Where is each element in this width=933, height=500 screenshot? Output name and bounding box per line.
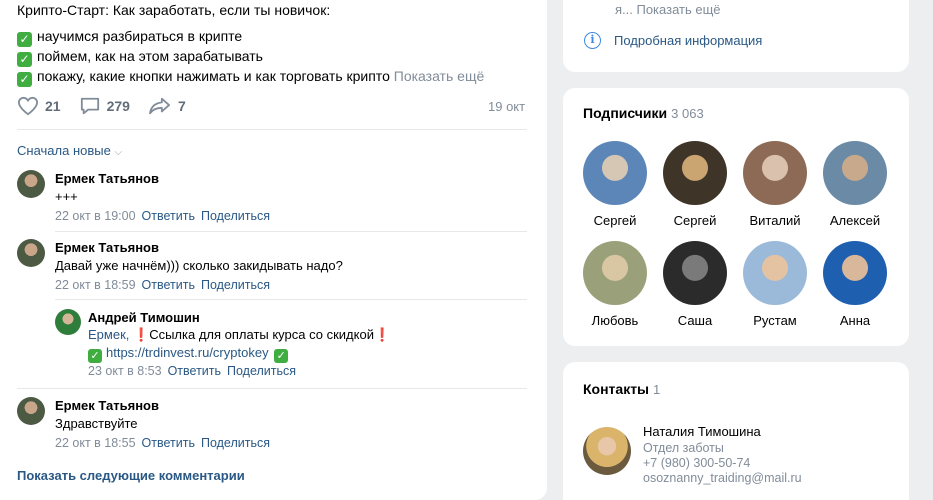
comment-icon: [80, 97, 99, 115]
details-link[interactable]: i Подробная информация: [584, 32, 762, 49]
subscriber-name: Алексей: [829, 213, 881, 228]
reply-button[interactable]: Ответить: [142, 436, 195, 450]
subscriber-item[interactable]: Рустам: [735, 241, 815, 328]
show-next-comments-button[interactable]: Показать следующие комментарии: [17, 468, 245, 483]
subscriber-avatar[interactable]: [743, 241, 807, 305]
reply-button[interactable]: Ответить: [168, 364, 221, 378]
divider: [17, 129, 527, 130]
contact-name[interactable]: Наталия Тимошина: [643, 424, 761, 439]
heart-icon: [17, 96, 39, 116]
comment-author[interactable]: Ермек Татьянов: [55, 240, 159, 255]
comment-meta: 22 окт в 18:55 Ответить Поделиться: [55, 436, 270, 450]
like-count: 21: [45, 98, 61, 114]
comment-text: Давай уже начнём))) сколько закидывать н…: [55, 258, 343, 273]
post-bullet: ✓ научимся разбираться в крипте: [17, 28, 242, 47]
check-icon: ✓: [274, 349, 289, 363]
comment-button[interactable]: 279: [79, 96, 130, 116]
avatar[interactable]: [17, 239, 45, 267]
subscriber-name: Анна: [839, 313, 871, 328]
post-bullet: ✓ поймем, как на этом зарабатывать: [17, 48, 263, 67]
like-button[interactable]: 21: [17, 96, 61, 116]
contact-phone: +7 (980) 300-50-74: [643, 456, 751, 470]
subscribers-title[interactable]: Подписчики 3 063: [583, 105, 704, 121]
check-icon: ✓: [17, 52, 32, 67]
reply-button[interactable]: Ответить: [142, 209, 195, 223]
subscriber-avatar[interactable]: [663, 141, 727, 205]
comment-author[interactable]: Ермек Татьянов: [55, 171, 159, 186]
comment-count: 279: [106, 98, 130, 114]
divider: [17, 388, 527, 389]
share-comment-button[interactable]: Поделиться: [201, 278, 270, 292]
reply-button[interactable]: Ответить: [142, 278, 195, 292]
subscriber-name: Сергей: [673, 213, 717, 228]
contact-role: Отдел заботы: [643, 441, 724, 455]
check-icon: ✓: [88, 349, 102, 363]
subscriber-avatar[interactable]: [583, 141, 647, 205]
comment-link-line: ✓ https://trdinvest.ru/cryptokey ✓: [88, 345, 292, 363]
avatar[interactable]: [55, 309, 81, 335]
comment-text: +++: [55, 189, 78, 204]
subscriber-name: Виталий: [749, 213, 801, 228]
contact-email[interactable]: osoznanny_traiding@mail.ru: [643, 471, 802, 485]
subscriber-avatar[interactable]: [823, 141, 887, 205]
contact-avatar[interactable]: [583, 427, 631, 475]
chevron-down-icon: ⌵: [114, 147, 123, 158]
comment-text: Ермек, ❗Ссылка для оплаты курса со скидк…: [88, 327, 391, 342]
subscriber-item[interactable]: Анна: [815, 241, 895, 328]
comment-author[interactable]: Андрей Тимошин: [88, 310, 200, 325]
subscriber-name: Любовь: [591, 313, 639, 328]
comment-date: 22 окт в 19:00: [55, 209, 136, 223]
post-intro: Крипто-Старт: Как заработать, если ты но…: [17, 2, 331, 18]
show-more-link[interactable]: Показать ещё: [394, 68, 485, 84]
comment-meta: 23 окт в 8:53 Ответить Поделиться: [88, 364, 296, 378]
subscriber-item[interactable]: Любовь: [575, 241, 655, 328]
subscribers-count: 3 063: [671, 106, 704, 121]
subscriber-name: Рустам: [753, 313, 797, 328]
contacts-title[interactable]: Контакты 1: [583, 381, 660, 397]
comment-date: 23 окт в 8:53: [88, 364, 162, 378]
post-date: 19 окт: [488, 99, 526, 114]
sort-dropdown[interactable]: Сначала новые ⌵: [17, 143, 122, 158]
subscriber-avatar[interactable]: [583, 241, 647, 305]
divider: [55, 231, 527, 232]
post-actions: 21 279 7: [17, 96, 204, 116]
subscriber-item[interactable]: Виталий: [735, 141, 815, 228]
comment-author[interactable]: Ермек Татьянов: [55, 398, 159, 413]
subscriber-name: Саша: [677, 313, 713, 328]
exclamation-icon: ❗: [133, 327, 150, 342]
subscriber-avatar[interactable]: [663, 241, 727, 305]
subscriber-item[interactable]: Саша: [655, 241, 735, 328]
subscriber-item[interactable]: Сергей: [655, 141, 735, 228]
comment-date: 22 окт в 18:55: [55, 436, 136, 450]
subscriber-avatar[interactable]: [823, 241, 887, 305]
share-comment-button[interactable]: Поделиться: [201, 209, 270, 223]
subscriber-item[interactable]: Сергей: [575, 141, 655, 228]
post-bullet: ✓ покажу, какие кнопки нажимать и как тор…: [17, 68, 484, 87]
comment-text: Здравствуйте: [55, 416, 138, 431]
post-card: Крипто-Старт: Как заработать, если ты но…: [0, 0, 547, 500]
share-button[interactable]: 7: [148, 96, 186, 116]
divider: [55, 299, 527, 300]
avatar[interactable]: [17, 170, 45, 198]
info-icon: i: [584, 32, 601, 49]
comment-date: 22 окт в 18:59: [55, 278, 136, 292]
exclamation-icon: ❗: [373, 327, 391, 342]
mention-link[interactable]: Ермек,: [88, 327, 129, 342]
external-link[interactable]: https://trdinvest.ru/cryptokey: [106, 345, 269, 360]
share-comment-button[interactable]: Поделиться: [201, 436, 270, 450]
subscriber-name: Сергей: [593, 213, 637, 228]
comment-meta: 22 окт в 18:59 Ответить Поделиться: [55, 278, 270, 292]
subscriber-avatar[interactable]: [743, 141, 807, 205]
share-icon: [149, 97, 170, 115]
share-comment-button[interactable]: Поделиться: [227, 364, 296, 378]
check-icon: ✓: [17, 32, 32, 47]
comment-meta: 22 окт в 19:00 Ответить Поделиться: [55, 209, 270, 223]
contacts-count: 1: [653, 382, 661, 397]
share-count: 7: [177, 98, 186, 114]
subscriber-item[interactable]: Алексей: [815, 141, 895, 228]
avatar[interactable]: [17, 397, 45, 425]
info-truncated: я... Показать ещё: [615, 2, 721, 17]
check-icon: ✓: [17, 72, 32, 87]
